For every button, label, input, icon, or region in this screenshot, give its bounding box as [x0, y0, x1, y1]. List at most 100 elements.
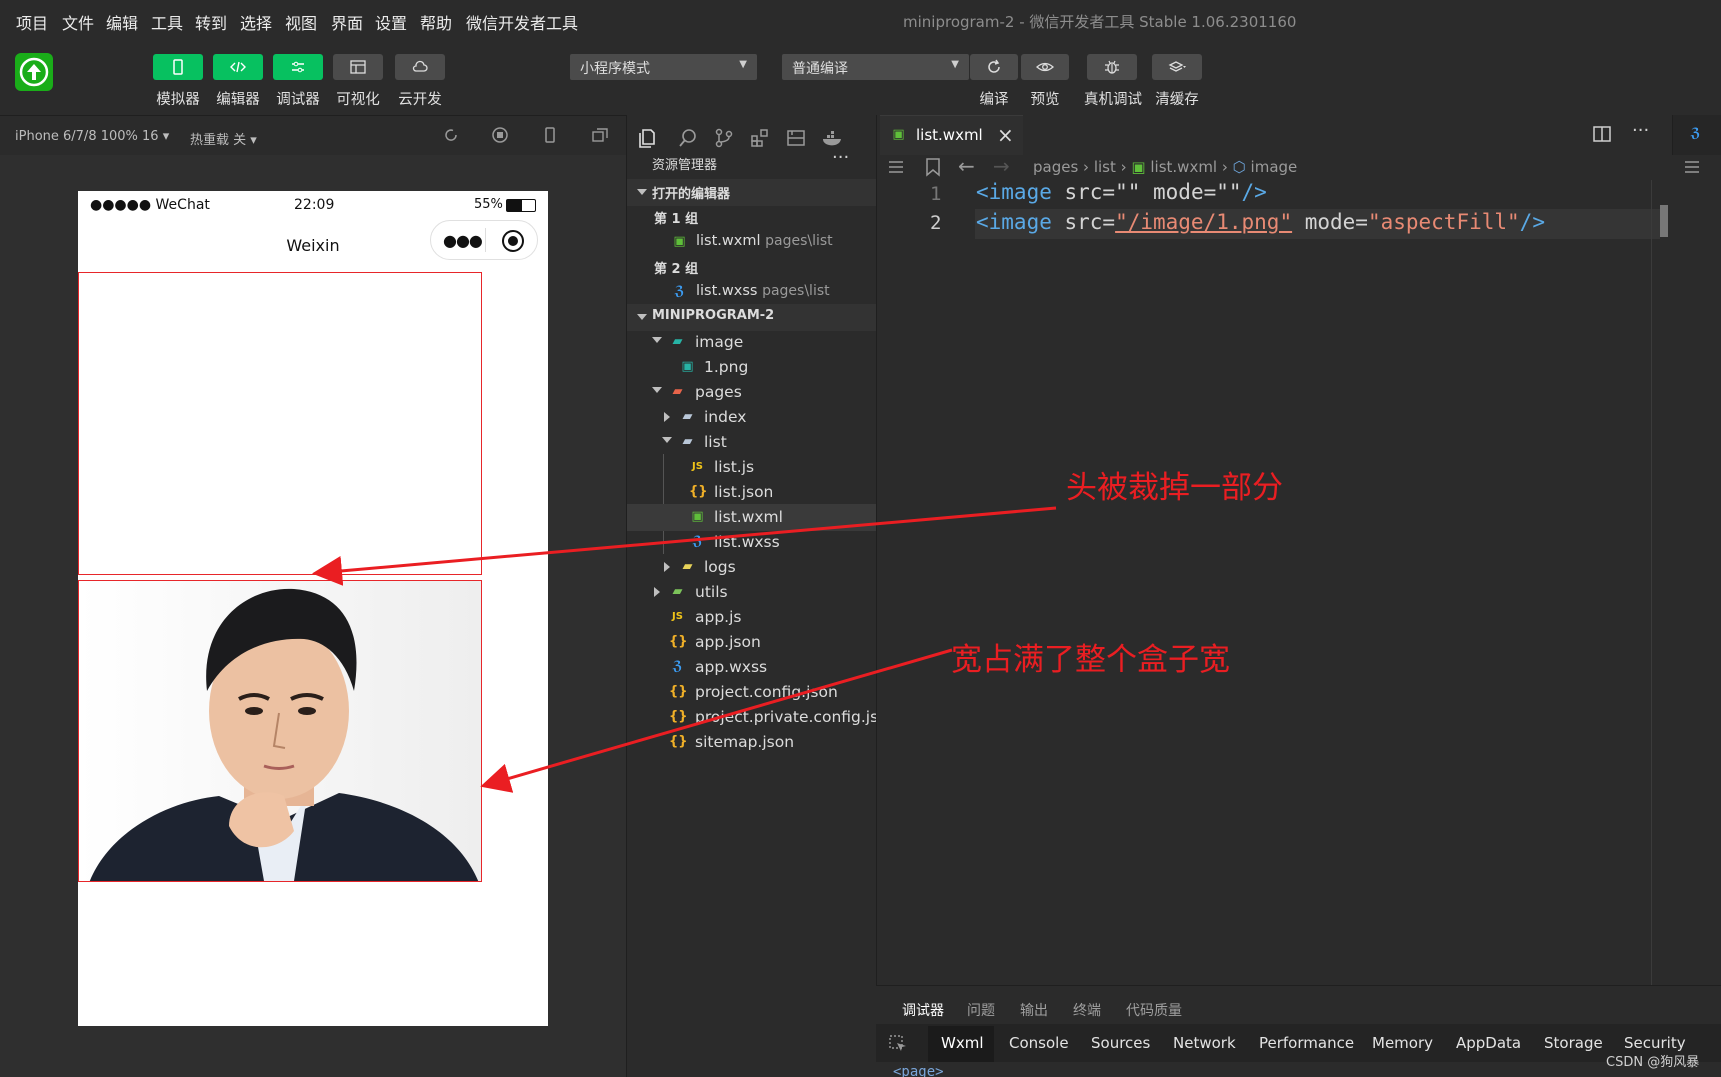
- device-select[interactable]: iPhone 6/7/8 100% 16 ▾: [15, 129, 169, 144]
- code-line-2[interactable]: <image src="/image/1.png" mode="aspectFi…: [976, 210, 1545, 234]
- tree-folder-pages[interactable]: ▰ pages: [627, 379, 877, 406]
- devtools-tab-network[interactable]: Network: [1173, 1034, 1236, 1052]
- stop-icon[interactable]: [491, 126, 509, 144]
- devtools-tab-memory[interactable]: Memory: [1372, 1034, 1433, 1052]
- menu-item-file[interactable]: 文件: [62, 10, 94, 34]
- refresh-icon[interactable]: [442, 126, 460, 144]
- devtools-tab-storage[interactable]: Storage: [1544, 1034, 1603, 1052]
- open-editor-list-wxss[interactable]: ℨ list.wxss pages\list: [627, 279, 877, 306]
- devtools-window: { "menu": { "items": ["项目", "文件", "编辑", …: [0, 0, 1721, 1077]
- close-target-icon[interactable]: [501, 229, 525, 253]
- second-editor-tab[interactable]: ℨ: [1672, 115, 1721, 155]
- menu-item-help[interactable]: 帮助: [420, 10, 452, 34]
- close-icon[interactable]: ×: [997, 123, 1014, 147]
- devtools-tab-security[interactable]: Security: [1624, 1034, 1686, 1052]
- menu-item-goto[interactable]: 转到: [195, 10, 227, 34]
- menu-item-select[interactable]: 选择: [240, 10, 272, 34]
- panel-tab-problems[interactable]: 问题: [967, 1000, 995, 1020]
- source-control-icon[interactable]: [713, 127, 735, 149]
- tree-folder-index[interactable]: ▰ index: [627, 404, 877, 431]
- outline-icon[interactable]: [1682, 157, 1702, 177]
- panel-tab-code-quality[interactable]: 代码质量: [1126, 1000, 1182, 1020]
- more-actions-icon[interactable]: ···: [1632, 120, 1649, 141]
- tree-file-list-wxss[interactable]: ℨ list.wxss: [627, 529, 877, 556]
- docker-icon[interactable]: [821, 127, 843, 149]
- project-header[interactable]: MINIPROGRAM-2: [627, 304, 877, 331]
- split-editor-icon[interactable]: [1592, 124, 1612, 144]
- tree-file-app-js[interactable]: JS app.js: [627, 604, 877, 631]
- back-arrow-icon[interactable]: ←: [958, 154, 975, 178]
- menu-item-settings[interactable]: 设置: [375, 10, 407, 34]
- wxml-node-page[interactable]: <page>: [893, 1064, 944, 1077]
- tree-folder-list[interactable]: ▰ list: [627, 429, 877, 456]
- devtools-tab-console[interactable]: Console: [1009, 1034, 1069, 1052]
- mode-select[interactable]: 小程序模式 ▼: [570, 54, 757, 80]
- line-number: 2: [930, 212, 942, 234]
- panel-tab-terminal[interactable]: 终端: [1073, 1000, 1101, 1020]
- compile-select[interactable]: 普通编译 ▼: [782, 54, 969, 80]
- tree-file-1-png[interactable]: ▣ 1.png: [627, 354, 877, 381]
- code-icon: [230, 61, 246, 73]
- tree-file-list-json[interactable]: {} list.json: [627, 479, 877, 506]
- list-icon[interactable]: [886, 157, 906, 177]
- preview-button[interactable]: [1021, 54, 1069, 80]
- breadcrumb-item[interactable]: list: [1094, 158, 1116, 176]
- tree-file-sitemap[interactable]: {} sitemap.json: [627, 729, 877, 756]
- open-editor-list-wxml[interactable]: ▣ list.wxml pages\list: [627, 229, 877, 256]
- devtools-tab-wxml[interactable]: Wxml: [941, 1034, 984, 1052]
- tree-folder-utils[interactable]: ▰ utils: [627, 579, 877, 606]
- tree-folder-image[interactable]: ▰ image: [627, 329, 877, 356]
- visual-button[interactable]: [333, 54, 383, 80]
- devtools-tab-sources[interactable]: Sources: [1091, 1034, 1150, 1052]
- more-dots-icon[interactable]: ●●●: [443, 231, 483, 250]
- storage-icon[interactable]: [785, 127, 807, 149]
- devtools-tab-appdata[interactable]: AppData: [1456, 1034, 1521, 1052]
- compile-button[interactable]: [970, 54, 1018, 80]
- tree-file-list-js[interactable]: JS list.js: [627, 454, 877, 481]
- open-editors-header[interactable]: 打开的编辑器: [627, 179, 877, 206]
- files-icon[interactable]: [637, 127, 659, 149]
- more-icon[interactable]: ···: [832, 147, 849, 168]
- menu-item-view[interactable]: 视图: [285, 10, 317, 34]
- tree-folder-logs[interactable]: ▰ logs: [627, 554, 877, 581]
- tree-file-project-private-config[interactable]: {} project.private.config.js...: [627, 704, 893, 731]
- capsule-menu[interactable]: ●●●: [430, 220, 538, 260]
- editor-toggle-button[interactable]: [213, 54, 263, 80]
- devtools-tab-performance[interactable]: Performance: [1259, 1034, 1354, 1052]
- bookmark-icon[interactable]: [924, 157, 942, 177]
- hot-reload-select[interactable]: 热重载 关 ▾: [190, 129, 257, 148]
- menu-item-ui[interactable]: 界面: [331, 10, 363, 34]
- wxss-file-icon: ℨ: [674, 284, 685, 299]
- inspect-element-icon[interactable]: [888, 1034, 908, 1054]
- scrollbar-thumb[interactable]: [1660, 205, 1668, 237]
- breadcrumb-item[interactable]: pages: [1033, 158, 1078, 176]
- search-icon[interactable]: [677, 127, 699, 149]
- panel-tab-output[interactable]: 输出: [1020, 1000, 1048, 1020]
- hot-reload-value: 热重载 关: [190, 133, 247, 148]
- tree-file-project-config[interactable]: {} project.config.json: [627, 679, 877, 706]
- popout-icon[interactable]: [591, 126, 609, 144]
- tree-file-list-wxml[interactable]: ▣ list.wxml: [627, 504, 877, 531]
- forward-arrow-icon[interactable]: →: [993, 154, 1010, 178]
- tree-file-app-wxss[interactable]: ℨ app.wxss: [627, 654, 877, 681]
- editor-tab-list-wxml[interactable]: ▣ list.wxml ×: [880, 115, 1023, 155]
- phone-icon[interactable]: [541, 126, 559, 144]
- tree-label: list.wxss: [714, 533, 780, 551]
- cloud-dev-button[interactable]: [395, 54, 445, 80]
- menu-item-project[interactable]: 项目: [16, 10, 48, 34]
- breadcrumb-item[interactable]: image: [1251, 158, 1298, 176]
- tree-file-app-json[interactable]: {} app.json: [627, 629, 877, 656]
- debugger-toggle-button[interactable]: [273, 54, 323, 80]
- breadcrumb-item[interactable]: list.wxml: [1150, 158, 1217, 176]
- simulator-toggle-button[interactable]: [153, 54, 203, 80]
- extensions-icon[interactable]: [749, 127, 771, 149]
- menu-item-wechat-devtools[interactable]: 微信开发者工具: [466, 10, 578, 34]
- panel-tab-debugger[interactable]: 调试器: [902, 1000, 944, 1020]
- code-line-1[interactable]: <image src="" mode=""/>: [976, 180, 1267, 204]
- chevron-down-icon: [652, 387, 662, 393]
- menu-item-edit[interactable]: 编辑: [106, 10, 138, 34]
- clear-cache-button[interactable]: [1152, 54, 1202, 80]
- remote-debug-button[interactable]: [1087, 54, 1137, 80]
- menu-item-tools[interactable]: 工具: [151, 10, 183, 34]
- window-title: miniprogram-2 - 微信开发者工具 Stable 1.06.2301…: [903, 13, 1297, 31]
